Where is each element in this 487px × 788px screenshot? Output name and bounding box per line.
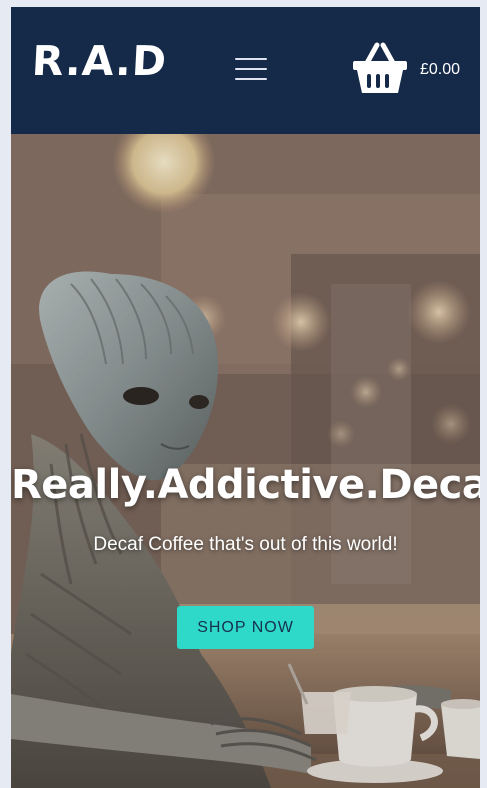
shop-now-button[interactable]: SHOP NOW <box>177 606 314 649</box>
site-logo[interactable]: R.A.D <box>31 37 169 85</box>
hero-banner: Really.Addictive.Decaf Decaf Coffee that… <box>11 134 480 788</box>
hamburger-menu-icon[interactable] <box>235 56 267 82</box>
hamburger-line <box>235 68 267 70</box>
hero-background-image <box>11 134 480 788</box>
hero-title: Really.Addictive.Decaf <box>11 462 480 508</box>
site-header: R.A.D £0.00 <box>11 7 480 134</box>
cart-total: £0.00 <box>420 61 461 78</box>
hamburger-line <box>235 58 267 60</box>
page-frame: R.A.D £0.00 Really.Addictive.Decaf Decaf… <box>11 7 480 788</box>
hero-subtitle: Decaf Coffee that's out of this world! <box>93 534 398 555</box>
basket-icon <box>353 42 407 93</box>
hamburger-line <box>235 78 267 80</box>
cart-button[interactable]: £0.00 <box>351 41 471 97</box>
